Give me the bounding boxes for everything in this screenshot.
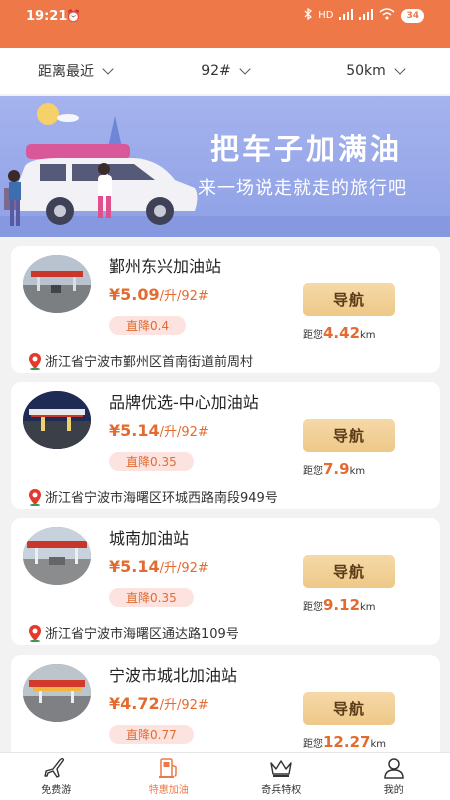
bluetooth-icon	[304, 7, 313, 23]
station-name: 城南加油站	[109, 529, 190, 548]
location-pin-icon	[29, 488, 41, 506]
bottom-tab-bar: 免费游 特惠加油 奇兵特权 我的	[0, 752, 450, 800]
chevron-down-icon	[394, 63, 406, 75]
station-address: 浙江省宁波市海曙区通达路109号	[27, 623, 239, 642]
tab-fuel-deals[interactable]: 特惠加油	[113, 753, 226, 800]
station-photo	[23, 255, 91, 313]
filter-range-label: 50km	[346, 63, 386, 79]
distance-value: 4.42	[323, 324, 361, 342]
price-value: ¥5.09	[109, 285, 160, 304]
wifi-icon	[379, 8, 395, 23]
station-distance: 距您12.27km	[303, 733, 386, 751]
status-time: 19:21	[26, 9, 68, 24]
price-unit: /升/92#	[159, 561, 209, 576]
station-distance: 距您4.42km	[303, 324, 376, 342]
distance-value: 9.12	[323, 596, 361, 614]
discount-badge: 直降0.4	[109, 316, 187, 335]
address-text: 浙江省宁波市鄞州区首南街道前周村	[45, 355, 254, 370]
station-photo	[23, 527, 91, 585]
discount-badge: 直降0.35	[109, 588, 194, 607]
filter-bar: 距离最近 92# 50km	[0, 48, 450, 94]
distance-prefix: 距您	[303, 330, 323, 341]
price-unit: /升/92#	[159, 289, 209, 304]
navigate-button[interactable]: 导航	[303, 692, 395, 725]
distance-unit: km	[349, 466, 366, 477]
location-pin-icon	[29, 624, 41, 642]
station-price: ¥5.14/升/92#	[109, 421, 209, 440]
status-icons: HD 34	[304, 7, 424, 23]
user-icon	[383, 758, 404, 779]
address-text: 浙江省宁波市海曙区通达路109号	[45, 627, 239, 642]
tab-free-travel[interactable]: 免费游	[0, 753, 113, 800]
fuel-pump-icon	[158, 758, 177, 778]
station-distance: 距您9.12km	[303, 596, 376, 614]
address-text: 浙江省宁波市海曙区环城西路南段949号	[45, 491, 278, 506]
filter-fuel[interactable]: 92#	[150, 63, 300, 79]
location-pin-icon	[29, 352, 41, 370]
station-name: 鄞州东兴加油站	[109, 257, 222, 276]
navigate-button[interactable]: 导航	[303, 555, 395, 588]
navigate-button[interactable]: 导航	[303, 419, 395, 452]
station-name: 品牌优选-中心加油站	[109, 393, 259, 412]
distance-value: 7.9	[323, 460, 350, 478]
distance-unit: km	[370, 739, 386, 750]
chevron-down-icon	[239, 63, 251, 75]
filter-range[interactable]: 50km	[300, 63, 450, 79]
station-card[interactable]: 鄞州东兴加油站 ¥5.09/升/92# 直降0.4 导航 距您4.42km 浙江…	[11, 246, 440, 373]
station-price: ¥5.14/升/92#	[109, 557, 209, 576]
station-name: 宁波市城北加油站	[109, 666, 238, 685]
status-bar: 19:21 ⏰ HD 34	[0, 0, 450, 48]
tab-label: 特惠加油	[148, 785, 189, 796]
tab-profile[interactable]: 我的	[338, 753, 450, 800]
discount-badge: 直降0.77	[109, 725, 194, 744]
tab-label: 奇兵特权	[261, 785, 302, 796]
network-label: HD	[318, 10, 334, 21]
distance-prefix: 距您	[303, 466, 323, 477]
price-value: ¥4.72	[109, 694, 160, 713]
signal-icon-2	[359, 8, 374, 23]
distance-value: 12.27	[323, 733, 371, 751]
station-photo	[23, 664, 91, 722]
station-card[interactable]: 品牌优选-中心加油站 ¥5.14/升/92# 直降0.35 导航 距您7.9km…	[11, 382, 440, 509]
price-value: ¥5.14	[109, 421, 160, 440]
tab-label: 我的	[383, 785, 404, 796]
crown-icon	[270, 760, 292, 777]
price-unit: /升/92#	[159, 698, 209, 713]
filter-sort[interactable]: 距离最近	[0, 61, 150, 81]
station-photo	[23, 391, 91, 449]
distance-prefix: 距您	[303, 602, 323, 613]
station-card[interactable]: 城南加油站 ¥5.14/升/92# 直降0.35 导航 距您9.12km 浙江省…	[11, 518, 440, 645]
alarm-icon: ⏰	[66, 9, 81, 23]
tab-privileges[interactable]: 奇兵特权	[225, 753, 338, 800]
distance-unit: km	[360, 330, 376, 341]
filter-fuel-label: 92#	[201, 63, 231, 79]
signal-icon	[339, 8, 354, 23]
station-distance: 距您7.9km	[303, 460, 365, 478]
banner-subtitle: 来一场说走就走的旅行吧	[198, 178, 407, 199]
battery-icon: 34	[401, 8, 424, 23]
banner-title: 把车子加满油	[210, 132, 403, 166]
discount-badge: 直降0.35	[109, 452, 194, 471]
station-address: 浙江省宁波市鄞州区首南街道前周村	[27, 351, 253, 370]
station-price: ¥5.09/升/92#	[109, 285, 209, 304]
navigate-button[interactable]: 导航	[303, 283, 395, 316]
station-address: 浙江省宁波市海曙区环城西路南段949号	[27, 487, 278, 506]
filter-sort-label: 距离最近	[38, 64, 94, 80]
promo-banner[interactable]: 把车子加满油 来一场说走就走的旅行吧	[0, 96, 450, 237]
distance-prefix: 距您	[303, 739, 323, 750]
tab-label: 免费游	[41, 785, 72, 796]
chevron-down-icon	[102, 63, 114, 75]
distance-unit: km	[360, 602, 376, 613]
plane-icon	[44, 757, 65, 778]
price-value: ¥5.14	[109, 557, 160, 576]
station-price: ¥4.72/升/92#	[109, 694, 209, 713]
price-unit: /升/92#	[159, 425, 209, 440]
